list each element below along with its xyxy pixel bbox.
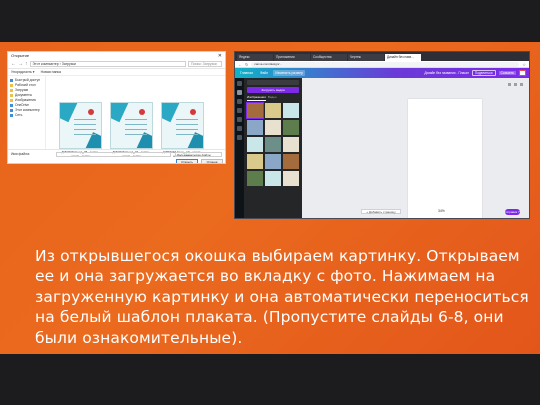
- panel-search-input[interactable]: [247, 80, 299, 85]
- file-list: ДИПЛОМ Колд_08 - копия - копия - копия Д…: [46, 76, 225, 158]
- editor-icon-rail: [235, 78, 244, 218]
- uploaded-image[interactable]: [247, 137, 263, 152]
- share-button[interactable]: Поделиться: [471, 70, 496, 76]
- page-tools: [508, 83, 523, 86]
- reload-icon[interactable]: ↻: [245, 62, 248, 67]
- file-item[interactable]: ДИПЛОМ Колд_ (7) - копия - копия - копия: [161, 102, 204, 158]
- cancel-button[interactable]: Отмена: [201, 159, 223, 163]
- upload-media-button[interactable]: Загрузить медиа: [247, 87, 299, 93]
- browser-tab-active[interactable]: Дизайн без назв...: [385, 54, 421, 61]
- uploaded-image[interactable]: [247, 120, 263, 135]
- panel-tabs: Изображения Видео: [247, 95, 299, 101]
- editor-topbar: Главная Файл Изменить размер Дизайн без …: [235, 68, 529, 78]
- uploaded-images-grid: [246, 102, 299, 186]
- browser-tab[interactable]: Чертеж: [348, 54, 384, 61]
- editor-canvas: [302, 78, 529, 218]
- delete-page-icon[interactable]: [520, 83, 523, 86]
- dialog-title: Открытие: [11, 53, 30, 58]
- uploaded-image[interactable]: [283, 120, 299, 135]
- open-button[interactable]: Открыть: [176, 159, 198, 163]
- browser-addressbar: ← ↻ canva.com/design/... ☆: [235, 61, 529, 68]
- uploaded-image[interactable]: [265, 171, 281, 186]
- browser-tabbar: Яндекс Приложения Сообщества Чертеж Диза…: [235, 52, 529, 61]
- menu-file[interactable]: Файл: [258, 70, 270, 76]
- back-arrow-icon[interactable]: ←: [238, 62, 242, 67]
- uploaded-image[interactable]: [247, 154, 263, 169]
- uploaded-image[interactable]: [265, 103, 281, 118]
- duplicate-page-icon[interactable]: [514, 83, 517, 86]
- slide-caption: Из открывшегося окошка выбираем картинку…: [35, 247, 529, 347]
- uploaded-image[interactable]: [283, 171, 299, 186]
- download-button[interactable]: Скачать: [498, 71, 516, 75]
- file-item[interactable]: ДИПЛОМ Колд_07 - копия - копия - копия: [110, 102, 153, 158]
- uploaded-image[interactable]: [265, 137, 281, 152]
- sidebar-item-network[interactable]: Сеть: [8, 113, 45, 118]
- more-button[interactable]: [519, 70, 526, 76]
- url-field[interactable]: canva.com/design/...: [251, 61, 520, 67]
- menu-resize[interactable]: Изменить размер: [273, 70, 305, 76]
- uploads-panel: Загрузить медиа Изображения Видео: [244, 78, 302, 218]
- star-icon[interactable]: ☆: [522, 62, 526, 67]
- uploaded-image[interactable]: [283, 137, 299, 152]
- presentation-slide: Открытие ✕ ← → ↑ Этот компьютер › Загруз…: [0, 0, 540, 405]
- dialog-titlebar: Открытие ✕: [8, 52, 225, 60]
- close-icon[interactable]: ✕: [218, 52, 222, 60]
- uploaded-image[interactable]: [283, 103, 299, 118]
- bottom-dark-band: [0, 354, 540, 405]
- filename-input[interactable]: [56, 152, 171, 157]
- add-page-button[interactable]: + Добавить страницу: [361, 209, 401, 214]
- tab-videos[interactable]: Видео: [268, 95, 277, 101]
- diploma-thumbnail: [161, 102, 204, 149]
- design-title[interactable]: Дизайн без названия - Плакат: [424, 71, 468, 75]
- file-dialog-screenshot: Открытие ✕ ← → ↑ Этот компьютер › Загруз…: [7, 51, 226, 164]
- browser-tab[interactable]: Сообщества: [311, 54, 347, 61]
- templates-icon[interactable]: [237, 81, 242, 86]
- poster-blank-page[interactable]: [408, 99, 482, 218]
- dialog-footer: Имя файла: Пользовательские файлы Открыт…: [8, 149, 225, 163]
- uploaded-image[interactable]: [265, 120, 281, 135]
- elements-icon[interactable]: [237, 108, 242, 113]
- dialog-sidebar: Быстрый доступ Рабочий стол Загрузки Док…: [8, 76, 46, 149]
- diploma-thumbnail: [110, 102, 153, 149]
- forward-arrow-icon[interactable]: →: [18, 61, 23, 67]
- search-input[interactable]: Поиск: Загрузки: [188, 61, 222, 67]
- browser-tab[interactable]: Приложения: [274, 54, 310, 61]
- page-up-icon[interactable]: [508, 83, 511, 86]
- folder-icon[interactable]: [237, 135, 242, 140]
- background-icon[interactable]: [237, 126, 242, 131]
- back-arrow-icon[interactable]: ←: [11, 61, 16, 67]
- dialog-toolbar: Упорядочить ▾ Новая папка: [8, 69, 225, 76]
- up-arrow-icon[interactable]: ↑: [25, 61, 28, 67]
- browser-screenshot: Яндекс Приложения Сообщества Чертеж Диза…: [234, 51, 530, 219]
- organize-button[interactable]: Упорядочить ▾: [11, 70, 35, 74]
- uploaded-image[interactable]: [283, 154, 299, 169]
- path-field[interactable]: Этот компьютер › Загрузки: [29, 61, 186, 67]
- menu-home[interactable]: Главная: [238, 70, 255, 76]
- dialog-addressbar: ← → ↑ Этот компьютер › Загрузки Поиск: З…: [8, 60, 225, 69]
- uploaded-image[interactable]: [265, 154, 281, 169]
- text-icon[interactable]: [237, 117, 242, 122]
- filename-label: Имя файла:: [11, 152, 30, 156]
- tab-images[interactable]: Изображения: [247, 95, 266, 101]
- diploma-thumbnail: [59, 102, 102, 149]
- uploads-icon[interactable]: [237, 90, 242, 95]
- uploaded-image[interactable]: [246, 102, 264, 119]
- browser-tab[interactable]: Яндекс: [237, 54, 273, 61]
- new-folder-button[interactable]: Новая папка: [41, 70, 61, 74]
- file-item[interactable]: ДИПЛОМ Колд_08 - копия - копия - копия: [59, 102, 102, 158]
- top-dark-band: [0, 0, 540, 42]
- zoom-level[interactable]: 34%: [438, 209, 445, 213]
- filetype-select[interactable]: Пользовательские файлы: [175, 152, 222, 157]
- help-button[interactable]: Справка ?: [505, 209, 520, 215]
- uploaded-image[interactable]: [247, 171, 263, 186]
- photos-icon[interactable]: [237, 99, 242, 104]
